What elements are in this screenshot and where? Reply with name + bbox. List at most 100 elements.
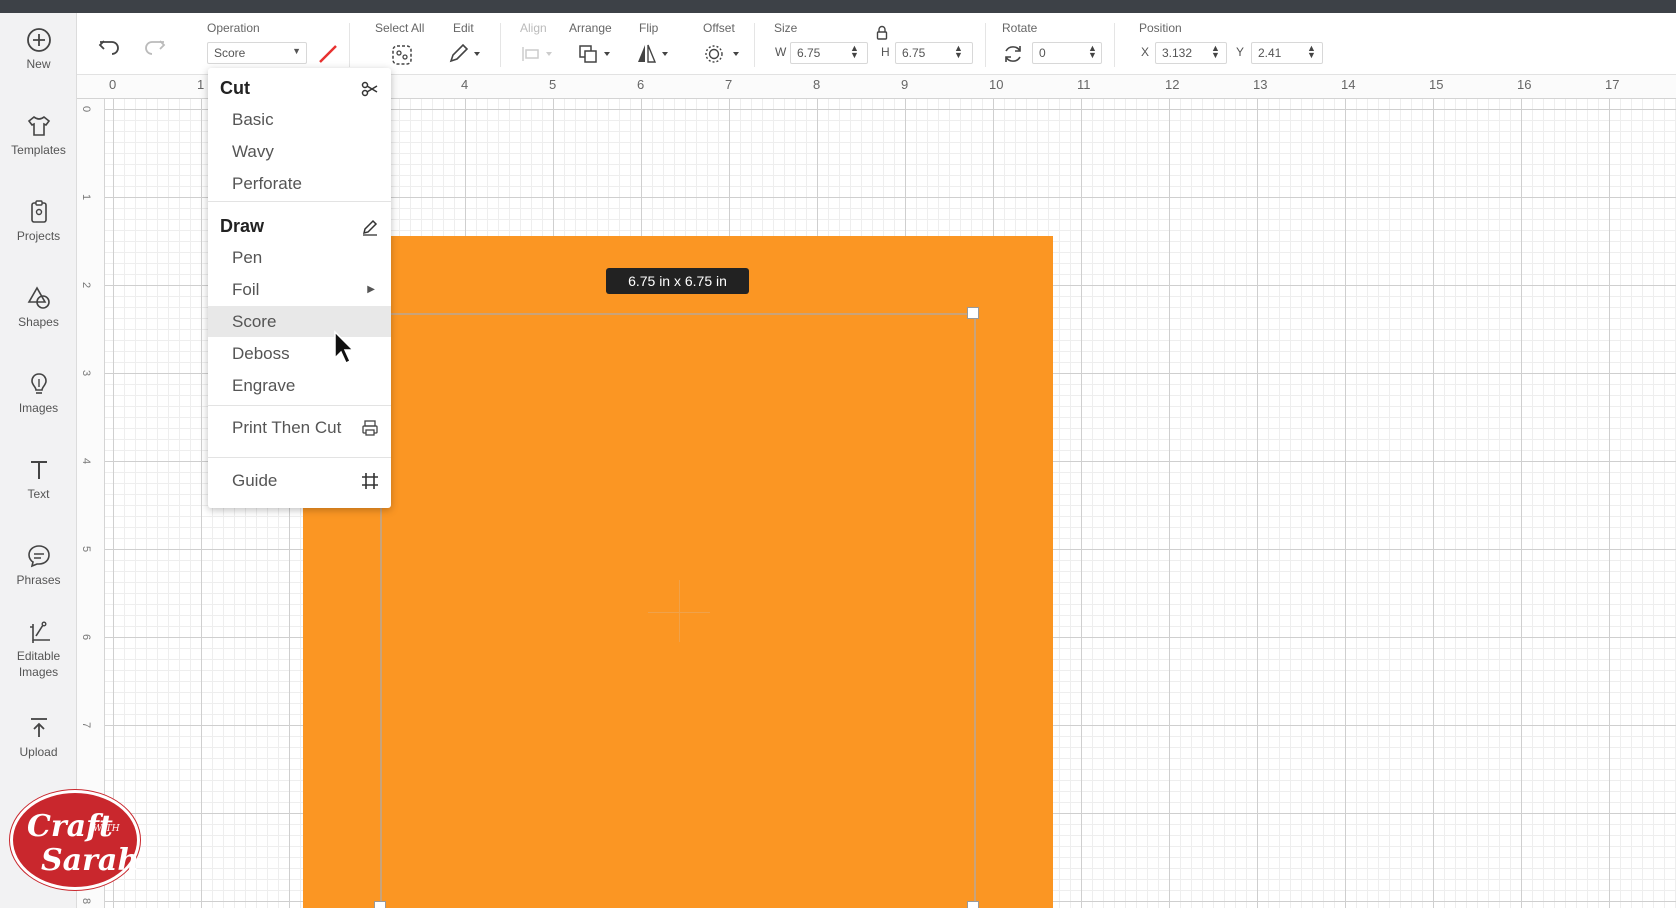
ruler-tick-label: 12 bbox=[1165, 77, 1180, 92]
ruler-tick-label: 4 bbox=[461, 77, 469, 92]
menu-divider bbox=[208, 457, 391, 458]
resize-handle-top-right[interactable] bbox=[967, 307, 979, 319]
rotate-value: 0 bbox=[1039, 46, 1046, 60]
menu-item-pen[interactable]: Pen bbox=[208, 242, 391, 273]
rotate-stepper[interactable]: ▲ ▼ bbox=[1088, 44, 1097, 60]
menu-item-guide[interactable]: Guide bbox=[208, 465, 391, 496]
align-label: Align bbox=[520, 21, 547, 35]
ruler-tick-label: 5 bbox=[80, 545, 93, 553]
sidebar-item-templates[interactable]: Templates bbox=[0, 113, 77, 158]
position-y-value: 2.41 bbox=[1258, 46, 1282, 60]
operation-value: Score bbox=[214, 46, 246, 60]
ruler-tick-label: 1 bbox=[197, 77, 205, 92]
select-all-icon[interactable] bbox=[390, 43, 414, 67]
menu-item-score[interactable]: Score bbox=[208, 306, 391, 337]
plus-circle-icon bbox=[26, 28, 51, 52]
width-value: 6.75 bbox=[797, 46, 821, 60]
ruler-tick-label: 0 bbox=[80, 105, 93, 113]
arrange-icon[interactable] bbox=[577, 43, 613, 65]
menu-item-print-then-cut-label: Print Then Cut bbox=[232, 418, 342, 437]
edit-pencil-icon[interactable] bbox=[447, 43, 483, 65]
lock-icon[interactable] bbox=[875, 25, 889, 41]
sidebar-item-editable-images[interactable]: Editable Images bbox=[0, 619, 77, 680]
operation-label: Operation bbox=[207, 21, 260, 35]
rotate-icon[interactable] bbox=[1002, 43, 1024, 65]
offset-icon[interactable] bbox=[703, 43, 743, 65]
pos-x-label: X bbox=[1141, 45, 1150, 59]
height-value: 6.75 bbox=[902, 46, 926, 60]
logo-text-with: WITH bbox=[93, 824, 120, 834]
shapes-icon bbox=[27, 286, 50, 309]
sidebar-item-label: Images bbox=[18, 401, 59, 415]
toolbar-divider bbox=[754, 23, 755, 67]
selection-bounding-box[interactable] bbox=[380, 313, 976, 908]
sidebar-item-new[interactable]: New bbox=[0, 27, 77, 72]
craft-with-sarah-logo: Craft WITH Sarah bbox=[10, 790, 140, 890]
sidebar-item-text[interactable]: Text bbox=[0, 457, 77, 502]
ruler-tick-label: 16 bbox=[1517, 77, 1532, 92]
menu-item-perforate[interactable]: Perforate bbox=[208, 168, 391, 199]
ruler-tick-label: 15 bbox=[1429, 77, 1444, 92]
lightbulb-icon bbox=[30, 373, 47, 394]
ruler-tick-label: 14 bbox=[1341, 77, 1356, 92]
printer-icon bbox=[362, 420, 378, 436]
menu-heading-cut: Cut bbox=[220, 78, 250, 98]
sidebar-item-label: Upload bbox=[19, 745, 58, 759]
resize-handle-bottom-left[interactable] bbox=[374, 901, 386, 908]
menu-item-engrave[interactable]: Engrave bbox=[208, 370, 391, 401]
sidebar-item-label: Shapes bbox=[18, 315, 59, 329]
menu-divider bbox=[208, 201, 391, 202]
guide-frame-icon bbox=[362, 473, 378, 489]
redo-icon[interactable] bbox=[143, 35, 167, 57]
toolbar-divider bbox=[349, 23, 350, 67]
ruler-tick-label: 11 bbox=[1077, 77, 1091, 92]
align-icon bbox=[522, 47, 552, 61]
size-tooltip: 6.75 in x 6.75 in bbox=[606, 268, 749, 294]
sidebar-item-projects[interactable]: Projects bbox=[0, 199, 77, 244]
sidebar-item-phrases[interactable]: Phrases bbox=[0, 543, 77, 588]
position-x-value: 3.132 bbox=[1162, 46, 1193, 60]
menu-divider bbox=[208, 405, 391, 406]
upload-icon bbox=[30, 718, 47, 737]
flip-label: Flip bbox=[639, 21, 659, 35]
height-stepper[interactable]: ▲ ▼ bbox=[954, 44, 963, 60]
undo-icon[interactable] bbox=[97, 35, 121, 57]
position-label: Position bbox=[1139, 21, 1182, 35]
position-x-stepper[interactable]: ▲ ▼ bbox=[1211, 44, 1220, 60]
edit-label: Edit bbox=[453, 21, 474, 35]
score-line-swatch-icon[interactable] bbox=[317, 43, 339, 65]
ruler-tick-label: 1 bbox=[80, 193, 93, 201]
sidebar-item-label: Editable Images bbox=[16, 649, 61, 679]
ruler-tick-label: 17 bbox=[1605, 77, 1620, 92]
ruler-tick-label: 6 bbox=[637, 77, 645, 92]
menu-item-print-then-cut[interactable]: Print Then Cut bbox=[208, 412, 391, 443]
speech-bubble-icon bbox=[27, 545, 50, 568]
menu-item-deboss[interactable]: Deboss bbox=[208, 338, 391, 369]
size-h-label: H bbox=[881, 45, 890, 59]
size-label: Size bbox=[774, 21, 798, 35]
window-top-bar bbox=[0, 0, 1676, 13]
menu-item-foil[interactable]: Foil ▶ bbox=[208, 274, 391, 305]
menu-item-wavy[interactable]: Wavy bbox=[208, 136, 391, 167]
scissors-icon bbox=[361, 81, 378, 97]
resize-handle-bottom-right[interactable] bbox=[967, 901, 979, 908]
ruler-tick-label: 10 bbox=[989, 77, 1004, 92]
operation-select[interactable]: Score ▼ bbox=[207, 42, 307, 64]
sidebar-item-upload[interactable]: Upload bbox=[0, 715, 77, 760]
width-stepper[interactable]: ▲ ▼ bbox=[850, 44, 859, 60]
ruler-tick-label: 9 bbox=[901, 77, 909, 92]
ruler-tick-label: 6 bbox=[80, 633, 93, 641]
position-y-stepper[interactable]: ▲ ▼ bbox=[1307, 44, 1316, 60]
sidebar-item-images[interactable]: Images bbox=[0, 371, 77, 416]
chevron-right-icon: ▶ bbox=[367, 284, 375, 295]
ruler-tick-label: 4 bbox=[80, 457, 93, 465]
ruler-tick-label: 7 bbox=[725, 77, 733, 92]
ruler-tick-label: 7 bbox=[80, 721, 93, 729]
menu-item-basic[interactable]: Basic bbox=[208, 104, 391, 135]
left-sidebar: New Templates Projects Shapes Images Tex… bbox=[0, 13, 77, 908]
ruler-tick-label: 2 bbox=[80, 281, 93, 289]
flip-icon[interactable] bbox=[635, 43, 671, 65]
arrange-label: Arrange bbox=[569, 21, 612, 35]
tshirt-icon bbox=[27, 115, 50, 136]
sidebar-item-shapes[interactable]: Shapes bbox=[0, 285, 77, 330]
